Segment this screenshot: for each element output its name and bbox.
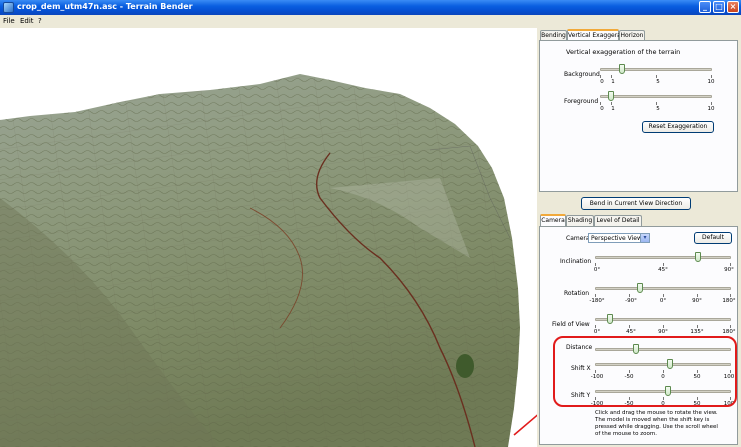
title-bar: crop_dem_utm47n.asc - Terrain Bender _ □…	[0, 0, 741, 15]
fg-tick-5: 5	[656, 106, 660, 112]
exaggeration-panel: Vertical exaggeration of the terrain Bac…	[539, 40, 738, 192]
fov-ticks	[595, 325, 731, 328]
rotation-ticks	[595, 294, 731, 297]
window-title: crop_dem_utm47n.asc - Terrain Bender	[17, 2, 193, 11]
background-slider-thumb[interactable]	[619, 64, 626, 74]
rotation-slider-track[interactable]	[595, 287, 731, 290]
fg-tick-10: 10	[707, 106, 715, 112]
bg-tick-1: 1	[611, 79, 615, 85]
chevron-down-icon[interactable]: ▾	[640, 234, 649, 242]
foreground-slider-track[interactable]	[600, 95, 712, 98]
menu-file[interactable]: File	[3, 17, 15, 25]
fov-label: Field of View	[552, 321, 590, 328]
background-slider-track[interactable]	[600, 68, 712, 71]
maximize-button[interactable]: □	[713, 1, 725, 13]
inclination-ticks	[595, 263, 731, 266]
inclination-label: Inclination	[560, 258, 592, 265]
bg-tick-10: 10	[707, 79, 715, 85]
camera-label: Camera	[566, 235, 590, 242]
rotation-label: Rotation	[564, 290, 590, 297]
rot-tick-neg180: -180°	[589, 298, 605, 304]
incl-tick-45: 45°	[658, 267, 668, 273]
reset-exaggeration-button[interactable]: Reset Exaggeration	[642, 121, 714, 133]
fov-tick-135: 135°	[690, 329, 704, 335]
fov-tick-0: 0°	[593, 329, 601, 335]
close-button[interactable]: ×	[727, 1, 739, 13]
fov-tick-180: 180°	[722, 329, 736, 335]
background-ticks	[600, 75, 712, 78]
bend-view-direction-button[interactable]: Bend in Current View Direction	[581, 197, 691, 210]
fov-tick-90: 90°	[658, 329, 668, 335]
control-panel: Bending Vertical Exaggeration Horizon Ve…	[537, 28, 741, 447]
background-label: Background	[564, 71, 600, 78]
foreground-ticks	[600, 102, 712, 105]
menu-bar: File Edit ?	[0, 15, 741, 28]
bg-tick-5: 5	[656, 79, 660, 85]
rot-tick-180: 180°	[722, 298, 736, 304]
highlight-box	[553, 336, 737, 407]
camera-type-select[interactable]: Perspective View ▾	[588, 233, 650, 243]
foreground-label: Foreground	[564, 98, 599, 105]
incl-tick-90: 90°	[724, 267, 734, 273]
minimize-button[interactable]: _	[699, 1, 711, 13]
bg-tick-0: 0	[600, 79, 604, 85]
exaggeration-heading: Vertical exaggeration of the terrain	[566, 48, 681, 56]
fov-slider-track[interactable]	[595, 318, 731, 321]
fg-tick-0: 0	[600, 106, 604, 112]
app-icon	[3, 2, 14, 13]
incl-tick-0: 0°	[593, 267, 601, 273]
foreground-slider-thumb[interactable]	[608, 91, 615, 101]
rotation-slider-thumb[interactable]	[637, 283, 644, 293]
tab-level-of-detail[interactable]: Level of Detail	[594, 215, 642, 226]
callout-arrow	[513, 414, 537, 436]
fov-tick-45: 45°	[626, 329, 636, 335]
menu-help[interactable]: ?	[38, 17, 42, 25]
forest-patch	[456, 354, 474, 378]
menu-edit[interactable]: Edit	[20, 17, 34, 25]
tab-shading[interactable]: Shading	[566, 215, 594, 226]
fg-tick-1: 1	[611, 106, 615, 112]
tab-camera[interactable]: Camera	[540, 214, 566, 226]
rot-tick-90: 90°	[692, 298, 702, 304]
default-camera-button[interactable]: Default	[694, 232, 732, 244]
terrain-viewport[interactable]	[0, 28, 537, 447]
fov-slider-thumb[interactable]	[607, 314, 614, 324]
inclination-slider-track[interactable]	[595, 256, 731, 259]
camera-help-text: Click and drag the mouse to rotate the v…	[595, 410, 718, 437]
terrain-render[interactable]	[0, 28, 537, 447]
rot-tick-neg90: -90°	[625, 298, 637, 304]
rot-tick-0: 0°	[659, 298, 667, 304]
inclination-slider-thumb[interactable]	[694, 252, 701, 262]
camera-type-value: Perspective View	[591, 235, 642, 242]
bottom-tabs: Camera Shading Level of Detail	[540, 214, 736, 226]
